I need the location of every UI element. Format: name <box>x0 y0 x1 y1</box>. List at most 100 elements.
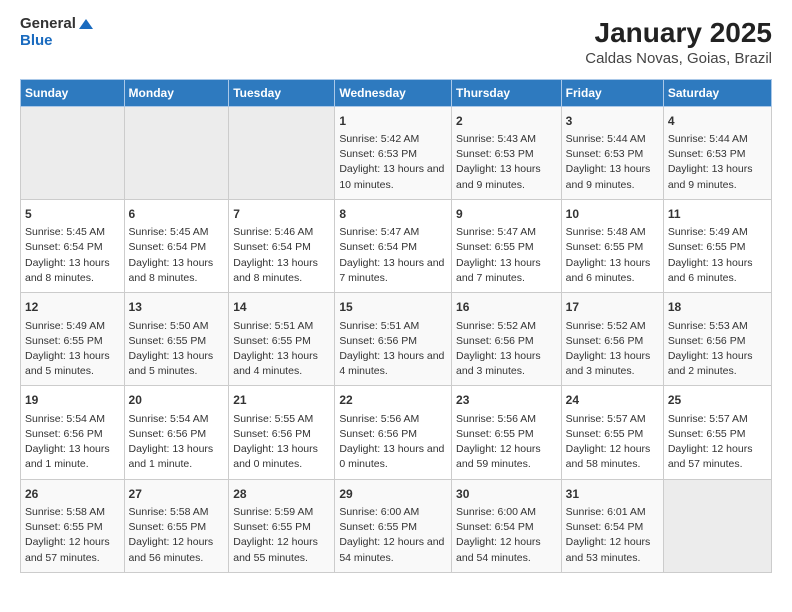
day-info-line: Daylight: 13 hours and 0 minutes. <box>233 442 330 472</box>
day-info-line: Sunset: 6:55 PM <box>25 520 120 535</box>
day-info-line: Sunset: 6:56 PM <box>129 427 225 442</box>
day-info-line: Sunset: 6:56 PM <box>668 334 767 349</box>
day-info-line: Daylight: 13 hours and 5 minutes. <box>129 349 225 379</box>
day-info-line: Sunrise: 5:47 AM <box>339 225 447 240</box>
day-info-line: Sunset: 6:55 PM <box>339 520 447 535</box>
day-number-28: 28 <box>233 486 330 503</box>
day-info-line: Daylight: 12 hours and 56 minutes. <box>129 535 225 565</box>
day-info-line: Daylight: 13 hours and 8 minutes. <box>129 256 225 286</box>
title-block: January 2025 Caldas Novas, Goias, Brazil <box>585 16 772 67</box>
weekday-header-tuesday: Tuesday <box>229 79 335 106</box>
day-number-10: 10 <box>566 206 659 223</box>
day-info-line: Daylight: 12 hours and 54 minutes. <box>339 535 447 565</box>
day-number-7: 7 <box>233 206 330 223</box>
day-info-line: Sunset: 6:53 PM <box>339 147 447 162</box>
day-info-line: Sunset: 6:55 PM <box>25 334 120 349</box>
day-info-line: Sunrise: 5:52 AM <box>456 319 557 334</box>
day-cell-6: 6Sunrise: 5:45 AMSunset: 6:54 PMDaylight… <box>124 199 229 292</box>
day-number-9: 9 <box>456 206 557 223</box>
day-info-line: Sunrise: 5:54 AM <box>129 412 225 427</box>
day-info-line: Sunrise: 5:46 AM <box>233 225 330 240</box>
weekday-header-friday: Friday <box>561 79 663 106</box>
day-cell-20: 20Sunrise: 5:54 AMSunset: 6:56 PMDayligh… <box>124 386 229 479</box>
week-row-5: 26Sunrise: 5:58 AMSunset: 6:55 PMDayligh… <box>21 479 772 572</box>
calendar-title: January 2025 <box>585 16 772 50</box>
day-cell-11: 11Sunrise: 5:49 AMSunset: 6:55 PMDayligh… <box>663 199 771 292</box>
day-info-line: Daylight: 12 hours and 58 minutes. <box>566 442 659 472</box>
day-number-5: 5 <box>25 206 120 223</box>
day-info-line: Daylight: 13 hours and 8 minutes. <box>233 256 330 286</box>
day-info-line: Sunset: 6:55 PM <box>668 240 767 255</box>
day-cell-1: 1Sunrise: 5:42 AMSunset: 6:53 PMDaylight… <box>335 106 452 199</box>
day-info-line: Sunrise: 5:47 AM <box>456 225 557 240</box>
day-info-line: Daylight: 13 hours and 4 minutes. <box>233 349 330 379</box>
day-info-line: Sunset: 6:54 PM <box>129 240 225 255</box>
calendar-subtitle: Caldas Novas, Goias, Brazil <box>585 50 772 67</box>
day-info-line: Sunset: 6:55 PM <box>129 334 225 349</box>
week-row-2: 5Sunrise: 5:45 AMSunset: 6:54 PMDaylight… <box>21 199 772 292</box>
day-info-line: Daylight: 13 hours and 1 minute. <box>25 442 120 472</box>
day-info-line: Sunrise: 5:51 AM <box>339 319 447 334</box>
day-cell-23: 23Sunrise: 5:56 AMSunset: 6:55 PMDayligh… <box>452 386 562 479</box>
day-number-19: 19 <box>25 392 120 409</box>
day-info-line: Daylight: 13 hours and 6 minutes. <box>668 256 767 286</box>
calendar-page: General Blue January 2025 Caldas Novas, … <box>0 0 792 593</box>
day-cell-5: 5Sunrise: 5:45 AMSunset: 6:54 PMDaylight… <box>21 199 125 292</box>
day-info-line: Sunset: 6:56 PM <box>25 427 120 442</box>
day-number-26: 26 <box>25 486 120 503</box>
day-number-22: 22 <box>339 392 447 409</box>
day-info-line: Daylight: 13 hours and 8 minutes. <box>25 256 120 286</box>
day-info-line: Daylight: 13 hours and 2 minutes. <box>668 349 767 379</box>
day-info-line: Sunset: 6:55 PM <box>456 427 557 442</box>
day-info-line: Sunset: 6:56 PM <box>339 334 447 349</box>
day-cell-26: 26 Sunrise: 5:58 AMSunset: 6:55 PMDayligh… <box>21 479 125 572</box>
empty-cell <box>229 106 335 199</box>
day-cell-24: 24Sunrise: 5:57 AMSunset: 6:55 PMDayligh… <box>561 386 663 479</box>
day-info-line: Daylight: 13 hours and 6 minutes. <box>566 256 659 286</box>
day-info-line: Sunrise: 5:57 AM <box>566 412 659 427</box>
day-number-24: 24 <box>566 392 659 409</box>
day-info-line: Daylight: 13 hours and 9 minutes. <box>566 162 659 192</box>
day-info-line: Daylight: 12 hours and 59 minutes. <box>456 442 557 472</box>
day-number-1: 1 <box>339 113 447 130</box>
day-info-line: Sunrise: 5:58 AM <box>129 505 225 520</box>
day-info-line: Daylight: 13 hours and 3 minutes. <box>456 349 557 379</box>
day-info-line: Sunrise: 5:58 AM <box>25 505 120 520</box>
calendar-table: SundayMondayTuesdayWednesdayThursdayFrid… <box>20 79 772 573</box>
day-number-27: 27 <box>129 486 225 503</box>
day-number-18: 18 <box>668 299 767 316</box>
day-info-line: Daylight: 12 hours and 54 minutes. <box>456 535 557 565</box>
empty-cell <box>124 106 229 199</box>
day-info-line: Sunset: 6:53 PM <box>668 147 767 162</box>
day-cell-29: 29Sunrise: 6:00 AMSunset: 6:55 PMDayligh… <box>335 479 452 572</box>
day-info-line: Sunrise: 5:54 AM <box>25 412 120 427</box>
day-number-14: 14 <box>233 299 330 316</box>
weekday-header-row: SundayMondayTuesdayWednesdayThursdayFrid… <box>21 79 772 106</box>
week-row-4: 19Sunrise: 5:54 AMSunset: 6:56 PMDayligh… <box>21 386 772 479</box>
day-number-21: 21 <box>233 392 330 409</box>
logo: General Blue <box>20 16 93 49</box>
day-info-line: Sunset: 6:53 PM <box>566 147 659 162</box>
weekday-header-sunday: Sunday <box>21 79 125 106</box>
day-number-20: 20 <box>129 392 225 409</box>
day-cell-4: 4Sunrise: 5:44 AMSunset: 6:53 PMDaylight… <box>663 106 771 199</box>
day-info-line: Sunrise: 6:01 AM <box>566 505 659 520</box>
day-number-2: 2 <box>456 113 557 130</box>
day-info-line: Sunrise: 5:56 AM <box>339 412 447 427</box>
day-info-line: Sunset: 6:56 PM <box>456 334 557 349</box>
day-number-25: 25 <box>668 392 767 409</box>
day-cell-17: 17Sunrise: 5:52 AMSunset: 6:56 PMDayligh… <box>561 293 663 386</box>
weekday-header-thursday: Thursday <box>452 79 562 106</box>
day-info-line: Sunrise: 6:00 AM <box>339 505 447 520</box>
day-info-line: Daylight: 13 hours and 3 minutes. <box>566 349 659 379</box>
day-number-12: 12 <box>25 299 120 316</box>
day-info-line: Sunrise: 5:59 AM <box>233 505 330 520</box>
day-info-line: Daylight: 12 hours and 57 minutes. <box>25 535 120 565</box>
day-cell-9: 9Sunrise: 5:47 AMSunset: 6:55 PMDaylight… <box>452 199 562 292</box>
day-number-11: 11 <box>668 206 767 223</box>
day-info-line: Sunset: 6:54 PM <box>566 520 659 535</box>
day-number-3: 3 <box>566 113 659 130</box>
day-info-line: Sunset: 6:55 PM <box>456 240 557 255</box>
day-info-line: Sunset: 6:55 PM <box>566 240 659 255</box>
day-info-line: Daylight: 13 hours and 0 minutes. <box>339 442 447 472</box>
